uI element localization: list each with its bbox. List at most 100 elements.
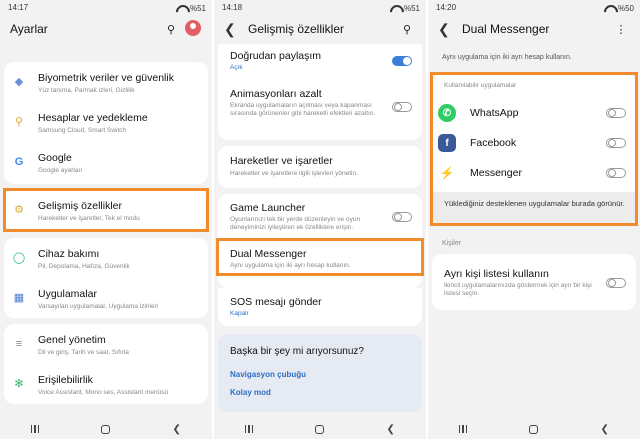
status-time: 14:20 (436, 3, 457, 12)
item-title: Biyometrik veriler ve güvenlik (38, 72, 174, 84)
settings-item-biometrics[interactable]: ◆ Biyometrik veriler ve güvenlik Yüz tan… (4, 62, 208, 102)
item-subtitle: Pil, Depolama, Hafıza, Güvenlik (38, 263, 130, 270)
settings-card-security: ◆ Biyometrik veriler ve güvenlik Yüz tan… (4, 62, 208, 184)
item-subtitle: Voice Assistant, Mono ses, Assistant men… (38, 389, 169, 396)
page-title: Gelişmiş özellikler (248, 22, 345, 36)
item-title: Hesaplar ve yedekleme (38, 112, 148, 124)
app-bar: Ayarlar ⚲ (0, 14, 212, 44)
contacts-section-label: Kişiler (442, 240, 462, 247)
search-icon[interactable]: ⚲ (398, 23, 416, 36)
status-battery: %51 (403, 4, 420, 13)
status-bar: 14:18 %51 (214, 0, 426, 14)
settings-item-apps[interactable]: ▦ Uygulamalar Varsayılan uygulamalar, Uy… (4, 278, 208, 318)
back-icon[interactable]: ❮ (601, 424, 609, 435)
back-arrow-icon[interactable]: ❮ (438, 21, 454, 38)
item-subtitle: İkincil uygulamalarınızda göstermek için… (444, 282, 592, 297)
settings-item-separate-contacts[interactable]: Ayrı kişi listesi kullanın İkincil uygul… (432, 254, 636, 310)
item-subtitle: Varsayılan uygulamalar, Uygulama izinler… (38, 303, 159, 310)
advanced-features-panel: 14:18 %51 ❮ Gelişmiş özellikler ⚲ Doğrud… (214, 0, 426, 439)
direct-share-toggle[interactable] (392, 56, 412, 66)
settings-item-reduce-animations[interactable]: Animasyonları azalt Ekranda uygulamaları… (218, 84, 422, 140)
more-options-icon[interactable]: ⋮ (612, 23, 630, 36)
key-icon: ⚲ (14, 116, 24, 128)
settings-panel: 14:17 %51 Ayarlar ⚲ ◆ Biyometrik veriler… (0, 0, 212, 439)
item-title: Animasyonları azalt (230, 88, 322, 100)
wifi-icon (176, 5, 186, 12)
item-title: Cihaz bakımı (38, 248, 100, 260)
separate-contacts-toggle[interactable] (606, 278, 626, 288)
suggestion-link-easy-mode[interactable]: Kolay mod (230, 388, 271, 397)
suggestions-card: Başka bir şey mi arıyorsunuz? Navigasyon… (218, 334, 422, 412)
status-bar: 14:17 %51 (0, 0, 212, 14)
item-title: Ayrı kişi listesi kullanın (444, 268, 549, 280)
home-icon[interactable] (101, 424, 111, 434)
settings-item-accounts[interactable]: ⚲ Hesaplar ve yedekleme Samsung Cloud, S… (4, 102, 208, 142)
contacts-card: Ayrı kişi listesi kullanın İkincil uygul… (432, 254, 636, 310)
item-title: Genel yönetim (38, 334, 106, 346)
app-bar: ❮ Dual Messenger ⋮ (428, 14, 640, 44)
settings-item-sos[interactable]: SOS mesajı gönder Kapalı (218, 288, 422, 324)
status-bar: 14:20 %50 (428, 0, 640, 14)
item-subtitle: Yüz tanıma, Parmak izleri, Gizlilik (38, 87, 135, 94)
item-subtitle: Oyunlarınızı tek bir yerde düzenleyin ve… (230, 216, 361, 231)
settings-card-sharing: Doğrudan paylaşım Açık Animasyonları aza… (218, 44, 422, 140)
item-title: Erişilebilirlik (38, 374, 93, 386)
home-icon[interactable] (315, 424, 325, 434)
settings-card-device: ◯ Cihaz bakımı Pil, Depolama, Hafıza, Gü… (4, 238, 208, 318)
dual-messenger-panel: 14:20 %50 ❮ Dual Messenger ⋮ Aynı uygula… (428, 0, 640, 439)
shield-icon: ◆ (14, 76, 24, 88)
item-subtitle: Ekranda uygulamaların açılması veya kapa… (230, 102, 376, 117)
settings-card-motions: Hareketler ve işaretler Hareketler ve iş… (218, 146, 422, 188)
sliders-icon: ≡ (15, 338, 23, 350)
item-title: Google (38, 152, 72, 164)
page-title: Ayarlar (10, 22, 48, 36)
search-icon[interactable]: ⚲ (162, 23, 180, 36)
back-icon[interactable]: ❮ (173, 424, 181, 435)
suggestions-heading: Başka bir şey mi arıyorsunuz? (230, 346, 364, 357)
item-subtitle: Samsung Cloud, Smart Switch (38, 127, 127, 134)
nav-bar: ❮ (0, 419, 212, 439)
settings-item-game-launcher[interactable]: Game Launcher Oyunlarınızı tek bir yerde… (218, 194, 422, 238)
item-status: Açık (230, 64, 243, 71)
item-subtitle: Google ayarları (38, 167, 83, 174)
page-title: Dual Messenger (462, 22, 550, 36)
app-bar: ❮ Gelişmiş özellikler ⚲ (214, 14, 426, 44)
recent-apps-icon[interactable] (459, 425, 468, 433)
item-title: Uygulamalar (38, 288, 97, 300)
item-title: Game Launcher (230, 202, 306, 214)
reduce-animations-toggle[interactable] (392, 102, 412, 112)
settings-item-direct-share[interactable]: Doğrudan paylaşım Açık (218, 44, 422, 74)
settings-item-general-management[interactable]: ≡ Genel yönetim Dil ve giriş, Tarih ve s… (4, 324, 208, 364)
device-care-icon: ◯ (12, 252, 26, 264)
recent-apps-icon[interactable] (31, 425, 40, 433)
item-title: Doğrudan paylaşım (230, 50, 322, 62)
settings-card-sos: SOS mesajı gönder Kapalı (218, 288, 422, 326)
game-launcher-toggle[interactable] (392, 212, 412, 222)
wifi-icon (390, 5, 400, 12)
settings-item-device-care[interactable]: ◯ Cihaz bakımı Pil, Depolama, Hafıza, Gü… (4, 238, 208, 278)
status-time: 14:17 (8, 3, 29, 12)
settings-item-accessibility[interactable]: ✻ Erişilebilirlik Voice Assistant, Mono … (4, 364, 208, 404)
highlight-box (216, 238, 424, 276)
recent-apps-icon[interactable] (245, 425, 254, 433)
item-title: Hareketler ve işaretler (230, 155, 333, 167)
avatar[interactable] (184, 19, 202, 39)
settings-item-google[interactable]: G Google Google ayarları (4, 142, 208, 182)
item-status: Kapalı (230, 310, 249, 317)
back-icon[interactable]: ❮ (387, 424, 395, 435)
status-battery: %51 (189, 4, 206, 13)
intro-text: Aynı uygulama için iki ayrı hesap kullan… (442, 54, 572, 61)
nav-bar: ❮ (214, 419, 426, 439)
item-title: SOS mesajı gönder (230, 296, 322, 308)
nav-bar: ❮ (428, 419, 640, 439)
item-subtitle: Hareketler ve işaretlere ilgili işlevler… (230, 170, 358, 177)
back-arrow-icon[interactable]: ❮ (224, 21, 240, 38)
apps-grid-icon: ▦ (13, 292, 25, 304)
home-icon[interactable] (529, 424, 539, 434)
settings-card-general: ≡ Genel yönetim Dil ve giriş, Tarih ve s… (4, 324, 208, 404)
settings-item-motions-gestures[interactable]: Hareketler ve işaretler Hareketler ve iş… (218, 146, 422, 188)
item-subtitle: Dil ve giriş, Tarih ve saat, Sıfırla (38, 349, 129, 356)
suggestion-link-navigation-bar[interactable]: Navigasyon çubuğu (230, 370, 306, 379)
status-battery: %50 (617, 4, 634, 13)
highlight-box (430, 72, 638, 226)
